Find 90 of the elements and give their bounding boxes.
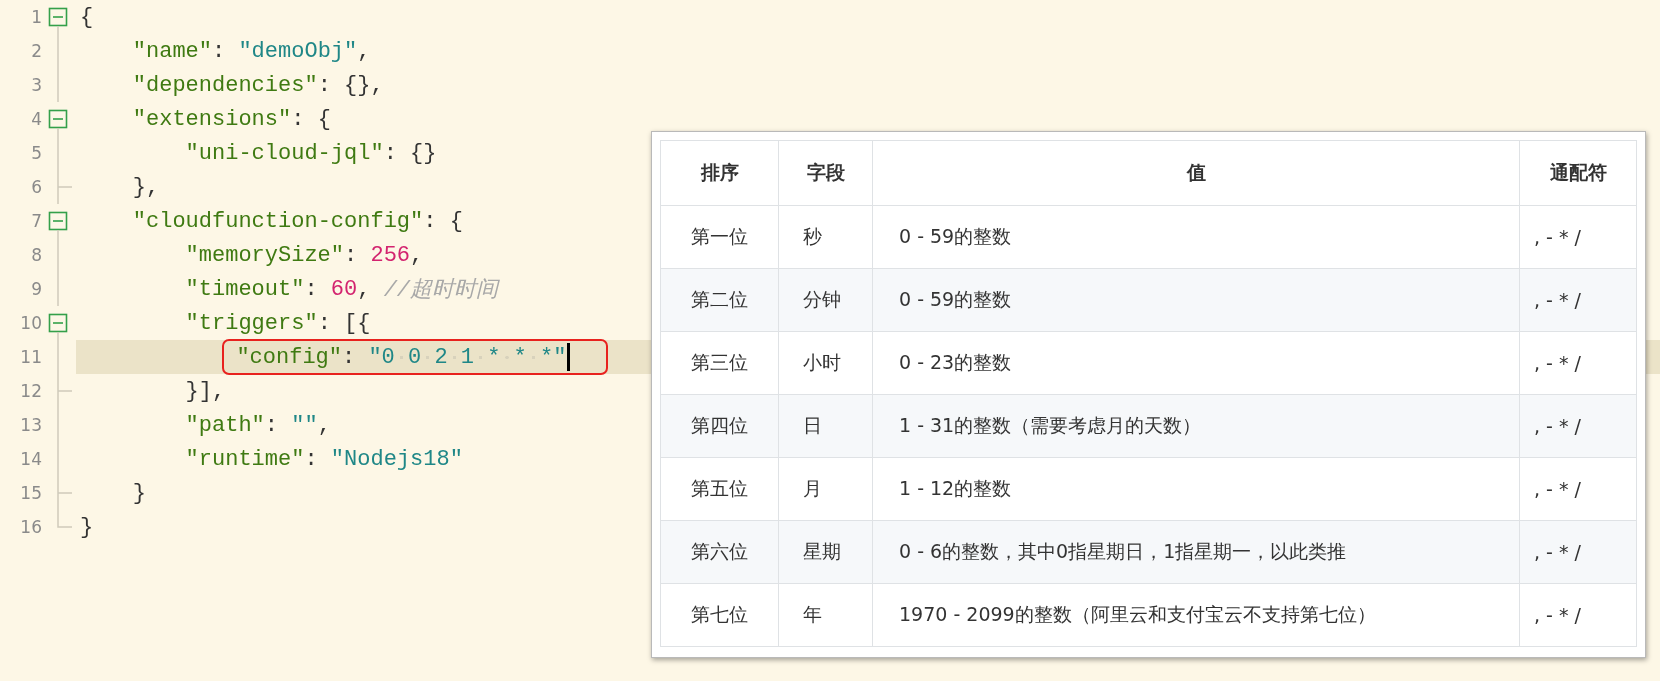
table-cell: 秒 [778, 205, 873, 269]
column-header: 字段 [778, 140, 873, 206]
table-cell: , - * / [1519, 520, 1637, 584]
code-punctuation: : [212, 38, 227, 64]
code-punctuation: : { [291, 106, 331, 132]
line-number: 13 [19, 415, 42, 435]
table-cell: 1 - 12的整数 [872, 457, 1520, 521]
json-key: "path" [185, 412, 265, 438]
json-string: "demoObj" [238, 38, 358, 64]
code-punctuation: : [304, 446, 319, 472]
column-header: 排序 [660, 140, 779, 206]
table-cell: 第一位 [660, 205, 779, 269]
column-header: 值 [872, 140, 1520, 206]
code-punctuation: : { [423, 208, 463, 234]
table-cell: 第五位 [660, 457, 779, 521]
json-key: "timeout" [185, 276, 305, 302]
table-cell: 星期 [778, 520, 873, 584]
line-number: 4 [30, 109, 42, 129]
collapse-icon[interactable] [48, 313, 68, 333]
line-number: 10 [19, 313, 42, 333]
code-punctuation: , [317, 412, 331, 438]
table-cell: 日 [778, 394, 873, 458]
code-punctuation: : {}, [317, 72, 384, 98]
code-punctuation: : [342, 344, 357, 370]
code-punctuation: : {} [383, 140, 437, 166]
code-punctuation: : [344, 242, 359, 268]
table-cell: 第二位 [660, 268, 779, 332]
column-header: 通配符 [1519, 140, 1637, 206]
collapse-icon[interactable] [48, 7, 68, 27]
json-key: "name" [132, 38, 212, 64]
table-cell: 分钟 [778, 268, 873, 332]
code-punctuation: }, [132, 174, 160, 200]
collapse-icon[interactable] [48, 109, 68, 129]
code-punctuation: }], [185, 378, 226, 404]
table-cell: 月 [778, 457, 873, 521]
table-cell: , - * / [1519, 394, 1637, 458]
line-number: 7 [30, 211, 42, 231]
table-cell: , - * / [1519, 268, 1637, 332]
line-number: 9 [30, 279, 42, 299]
line-number: 3 [30, 75, 42, 95]
code-punctuation: : [{ [317, 310, 371, 336]
collapse-icon[interactable] [48, 211, 68, 231]
table-cell: 第六位 [660, 520, 779, 584]
table-cell: 0 - 59的整数 [872, 205, 1520, 269]
table-cell: 0 - 59的整数 [872, 268, 1520, 332]
line-number: 5 [30, 143, 42, 163]
line-number: 8 [30, 245, 42, 265]
line-number: 14 [19, 449, 42, 469]
line-number: 2 [30, 41, 42, 61]
code-punctuation: : [304, 276, 319, 302]
json-string: "" [291, 412, 318, 438]
json-key: "dependencies" [132, 72, 318, 98]
json-number: 256 [370, 242, 411, 268]
json-key: "memorySize" [185, 242, 345, 268]
json-key: "triggers" [185, 310, 318, 336]
code-punctuation: { [80, 4, 94, 30]
json-number: 60 [330, 276, 358, 302]
json-key: "runtime" [185, 446, 305, 472]
table-cell: 第三位 [660, 331, 779, 395]
code-punctuation: } [132, 480, 146, 506]
table-cell: , - * / [1519, 583, 1637, 647]
table-cell: 0 - 23的整数 [872, 331, 1520, 395]
json-string: "0 0 2 1 * * *" [368, 344, 567, 370]
code-punctuation: , [410, 242, 424, 268]
code-punctuation: } [80, 514, 94, 540]
code-punctuation: , [357, 276, 372, 302]
json-key: "extensions" [132, 106, 292, 132]
table-cell: 1970 - 2099的整数（阿里云和支付宝云不支持第七位） [872, 583, 1520, 647]
line-number: 16 [19, 517, 42, 537]
json-key: "config" [236, 344, 342, 370]
table-cell: 第四位 [660, 394, 779, 458]
code-comment: //超时时间 [383, 277, 499, 304]
table-cell: 小时 [778, 331, 873, 395]
table-cell: , - * / [1519, 331, 1637, 395]
line-number: 12 [19, 381, 42, 401]
json-string: "Nodejs18" [330, 446, 463, 472]
json-key: "uni-cloud-jql" [185, 140, 384, 166]
table-cell: , - * / [1519, 457, 1637, 521]
line-number: 1 [30, 7, 42, 27]
table-cell: 年 [778, 583, 873, 647]
table-cell: 0 - 6的整数，其中0指星期日，1指星期一，以此类推 [872, 520, 1520, 584]
table-cell: 第七位 [660, 583, 779, 647]
table-cell: , - * / [1519, 205, 1637, 269]
line-number: 11 [19, 347, 42, 367]
line-number: 15 [19, 483, 42, 503]
code-punctuation: : [264, 412, 279, 438]
json-key: "cloudfunction-config" [132, 208, 424, 234]
table-cell: 1 - 31的整数（需要考虑月的天数） [872, 394, 1520, 458]
code-punctuation: , [357, 38, 371, 64]
line-number: 6 [30, 177, 42, 197]
